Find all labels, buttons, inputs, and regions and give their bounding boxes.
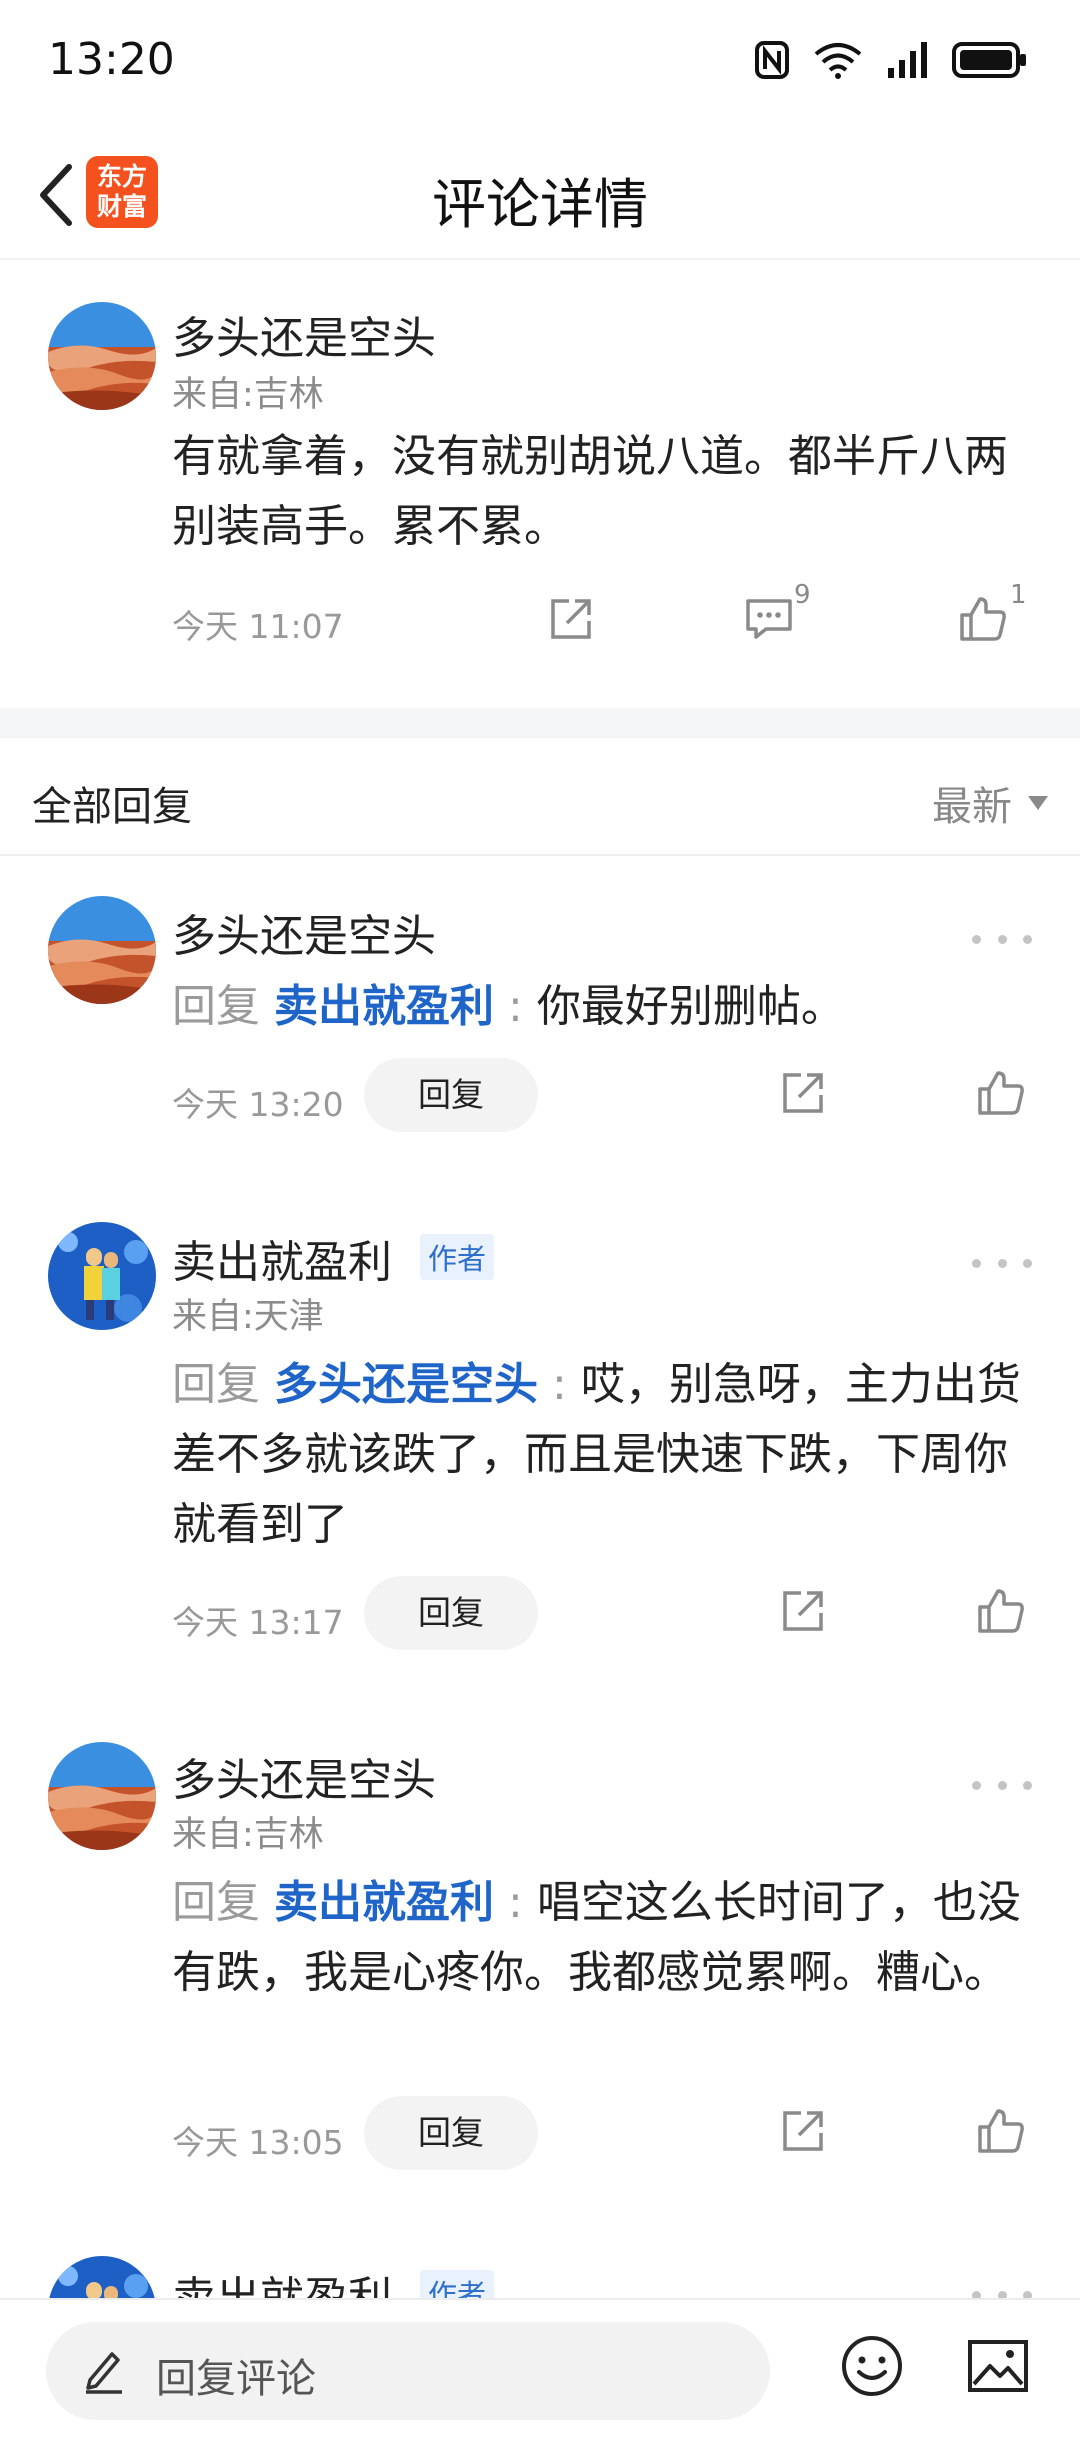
battery-icon bbox=[952, 40, 1028, 80]
username[interactable]: 卖出就盈利 bbox=[172, 2262, 392, 2298]
reply-item: 卖出就盈利 作者 来自:天津 回复 多头还是空头 : 哎，别急呀，主力出货差不多… bbox=[0, 1178, 1080, 1668]
pencil-icon bbox=[86, 2352, 122, 2394]
share-button[interactable] bbox=[776, 1584, 830, 1638]
comment-button[interactable] bbox=[742, 592, 796, 646]
username[interactable]: 多头还是空头 bbox=[172, 1744, 436, 1808]
reply-time: 今天 13:20 bbox=[172, 1085, 344, 1124]
reply-separator: : bbox=[508, 1877, 523, 1928]
comment-bubble-icon bbox=[746, 599, 792, 639]
author-badge: 作者 bbox=[420, 2270, 495, 2298]
sort-dropdown[interactable]: 最新 bbox=[932, 774, 1048, 832]
reply-item: 卖出就盈利 作者 bbox=[0, 2222, 1080, 2298]
share-button[interactable] bbox=[776, 1066, 830, 1120]
more-options-button[interactable] bbox=[972, 1770, 1032, 1800]
like-button[interactable] bbox=[974, 1066, 1028, 1120]
reply-separator: : bbox=[508, 981, 523, 1032]
thumbs-up-icon bbox=[978, 2109, 1024, 2153]
replies-title: 全部回复 bbox=[32, 784, 192, 830]
location-label: 来自:天津 bbox=[172, 1297, 324, 1337]
reply-button[interactable]: 回复 bbox=[364, 1058, 538, 1132]
reply-input-placeholder: 回复评论 bbox=[156, 2356, 316, 2402]
reply-prefix: 回复 bbox=[172, 1877, 260, 1928]
thumbs-up-icon bbox=[960, 597, 1006, 641]
image-button[interactable] bbox=[966, 2334, 1030, 2402]
avatar[interactable] bbox=[48, 1742, 156, 1850]
share-icon bbox=[783, 1073, 823, 1113]
location-label: 来自:吉林 bbox=[172, 375, 324, 415]
status-time: 13:20 bbox=[48, 34, 175, 85]
reply-comment-input[interactable]: 回复评论 bbox=[46, 2322, 770, 2420]
reply-target-link[interactable]: 多头还是空头 bbox=[274, 1359, 538, 1410]
share-icon bbox=[551, 599, 591, 639]
reply-item: 多头还是空头 回复 卖出就盈利 : 你最好别删帖。 今天 13:20 回复 bbox=[0, 856, 1080, 1136]
username[interactable]: 卖出就盈利 bbox=[172, 1226, 392, 1290]
username[interactable]: 多头还是空头 bbox=[172, 900, 436, 964]
reply-separator: : bbox=[552, 1359, 567, 1410]
location-label: 来自:吉林 bbox=[172, 1815, 324, 1855]
like-count: 1 bbox=[1010, 580, 1027, 610]
more-options-button[interactable] bbox=[972, 1248, 1032, 1278]
replies-header: 全部回复 最新 bbox=[0, 738, 1080, 856]
smiley-icon bbox=[842, 2336, 902, 2396]
thumbs-up-icon bbox=[978, 1589, 1024, 1633]
status-bar: 13:20 bbox=[0, 0, 1080, 120]
sort-label: 最新 bbox=[932, 784, 1012, 830]
reply-text: 回复 卖出就盈利 : 唱空这么长时间了，也没有跌，我是心疼你。我都感觉累啊。糟心… bbox=[172, 1868, 1032, 2008]
avatar[interactable] bbox=[48, 302, 156, 410]
image-icon bbox=[968, 2340, 1028, 2392]
reply-text: 回复 卖出就盈利 : 你最好别删帖。 bbox=[172, 972, 1032, 1042]
comment-text: 有就拿着，没有就别胡说八道。都半斤八两别装高手。累不累。 bbox=[172, 431, 1008, 552]
reply-content: 你最好别删帖。 bbox=[536, 981, 845, 1032]
page-title: 评论详情 bbox=[432, 173, 648, 236]
emoji-button[interactable] bbox=[840, 2334, 904, 2402]
like-button[interactable] bbox=[956, 592, 1010, 646]
nfc-icon bbox=[754, 40, 790, 80]
avatar[interactable] bbox=[48, 896, 156, 1004]
nav-bar: 东方 财富 评论详情 bbox=[0, 130, 1080, 260]
reply-target-link[interactable]: 卖出就盈利 bbox=[274, 981, 494, 1032]
reply-time: 今天 13:05 bbox=[172, 2123, 344, 2162]
wifi-icon bbox=[812, 40, 864, 80]
avatar[interactable] bbox=[48, 1222, 156, 1330]
bottom-bar: 回复评论 bbox=[0, 2298, 1080, 2440]
thumbs-up-icon bbox=[978, 1071, 1024, 1115]
reply-prefix: 回复 bbox=[172, 1359, 260, 1410]
share-icon bbox=[783, 1591, 823, 1631]
share-button[interactable] bbox=[544, 592, 598, 646]
signal-icon bbox=[886, 40, 930, 80]
comment-count: 9 bbox=[794, 580, 811, 610]
reply-button[interactable]: 回复 bbox=[364, 1576, 538, 1650]
caret-down-icon bbox=[1028, 796, 1048, 810]
reply-target-link[interactable]: 卖出就盈利 bbox=[274, 1877, 494, 1928]
share-icon bbox=[783, 2111, 823, 2151]
like-button[interactable] bbox=[974, 2104, 1028, 2158]
section-divider bbox=[0, 708, 1080, 738]
reply-button[interactable]: 回复 bbox=[364, 2096, 538, 2170]
author-badge: 作者 bbox=[420, 1234, 495, 1280]
more-options-button[interactable] bbox=[972, 2280, 1032, 2298]
avatar[interactable] bbox=[48, 2256, 156, 2298]
username[interactable]: 多头还是空头 bbox=[172, 302, 436, 366]
reply-prefix: 回复 bbox=[172, 981, 260, 1032]
main-comment: 多头还是空头 来自:吉林 有就拿着，没有就别胡说八道。都半斤八两别装高手。累不累… bbox=[0, 262, 1080, 708]
status-icons bbox=[754, 36, 1028, 84]
share-button[interactable] bbox=[776, 2104, 830, 2158]
comment-time: 今天 11:07 bbox=[172, 607, 344, 646]
reply-text: 回复 多头还是空头 : 哎，别急呀，主力出货差不多就该跌了，而且是快速下跌，下周… bbox=[172, 1350, 1032, 1560]
reply-item: 多头还是空头 来自:吉林 回复 卖出就盈利 : 唱空这么长时间了，也没有跌，我是… bbox=[0, 1700, 1080, 2180]
reply-time: 今天 13:17 bbox=[172, 1603, 344, 1642]
more-options-button[interactable] bbox=[972, 924, 1032, 954]
like-button[interactable] bbox=[974, 1584, 1028, 1638]
